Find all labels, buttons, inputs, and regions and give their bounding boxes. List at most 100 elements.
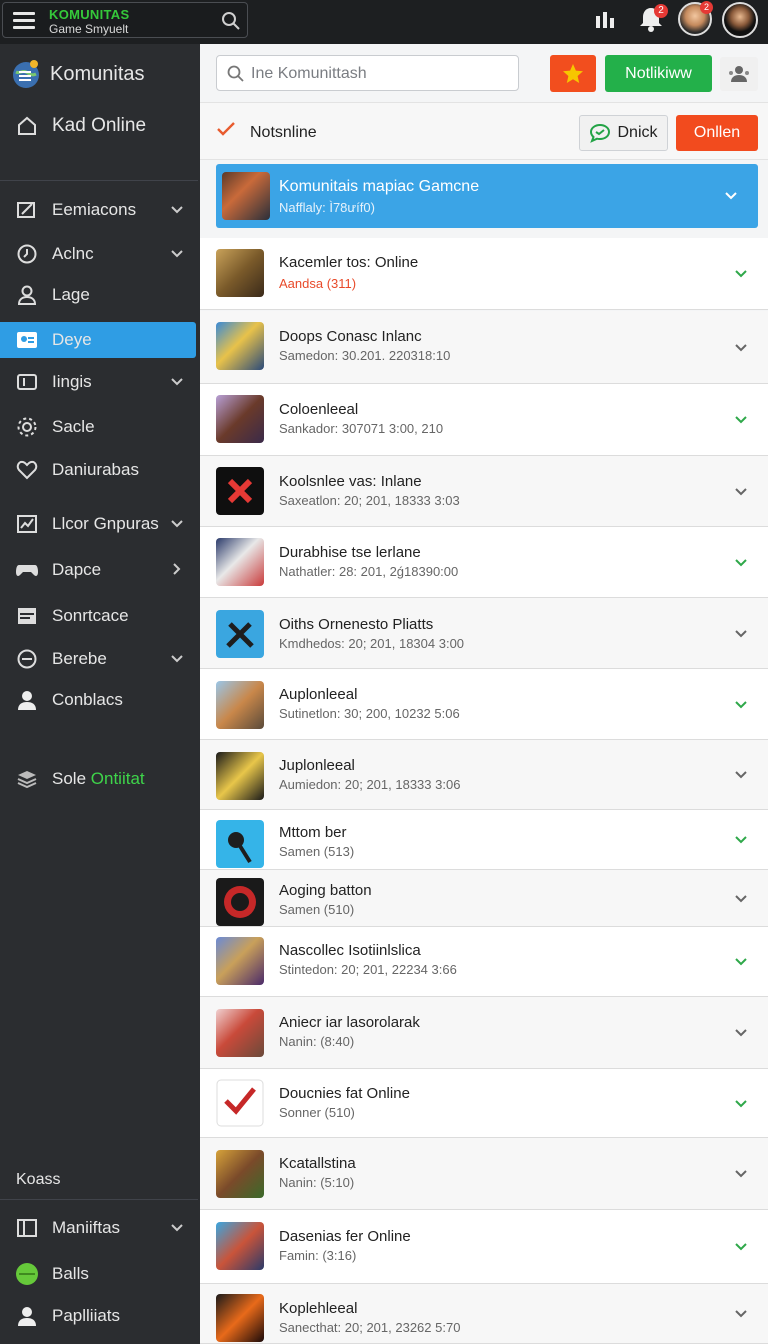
profile-avatar-1[interactable]: 2	[678, 1, 714, 38]
sole-label: Sole	[52, 769, 87, 788]
list-item[interactable]: Durabhise tse lerlane Nathatler: 28: 201,…	[200, 527, 768, 598]
sidebar-item-sacle[interactable]: Sacle	[0, 409, 198, 445]
game-thumbnail	[216, 1294, 264, 1342]
list-item[interactable]: Doucnies fat Online Sonner (510)	[200, 1069, 768, 1138]
chevron-down-icon[interactable]	[170, 374, 184, 390]
sidebar-item-berebe[interactable]: Berebe	[0, 641, 198, 677]
sidebar-item-paplliiats[interactable]: Paplliiats	[0, 1298, 198, 1334]
list-item[interactable]: Doops Conasc Inlanc Samedon: 30.201. 2203…	[200, 311, 768, 384]
notification-bell[interactable]: 2	[636, 4, 670, 38]
search-input[interactable]	[251, 62, 506, 86]
sidebar-item-eemiacons[interactable]: Eemiacons	[0, 192, 198, 228]
chevron-down-icon[interactable]	[734, 1028, 748, 1038]
sidebar-item-maniiftas[interactable]: Maniiftas	[0, 1210, 198, 1246]
sidebar-header-label: Komunitas	[50, 62, 145, 85]
list-item-subtitle: Saxeatlon: 20; 201, 18333 3:03	[279, 493, 460, 508]
game-thumbnail	[216, 681, 264, 729]
profile-avatar-2[interactable]	[722, 2, 758, 38]
chevron-down-icon[interactable]	[734, 1309, 748, 1319]
chevron-down-icon[interactable]	[724, 191, 738, 201]
sidebar-item-balls[interactable]: Balls	[0, 1256, 198, 1292]
chevron-down-icon[interactable]	[734, 835, 748, 845]
sidebar-item-label: Conblacs	[52, 690, 123, 709]
brand-subtitle: Game Smyuelt	[49, 22, 129, 36]
chevron-down-icon[interactable]	[734, 487, 748, 497]
person-icon	[14, 1305, 40, 1327]
notify-button[interactable]: Notlikiww	[605, 55, 712, 92]
chevron-down-icon[interactable]	[170, 516, 184, 532]
game-thumbnail	[216, 249, 264, 297]
sidebar-divider	[0, 1199, 198, 1200]
bar-chart-icon[interactable]	[594, 10, 616, 30]
list-item[interactable]: Oiths Ornenesto Pliatts Kmdhedos: 20; 201…	[200, 598, 768, 669]
sidebar-item-label: Iingis	[52, 372, 92, 391]
sidebar-item-kad-online[interactable]: Kad Online	[0, 108, 198, 144]
list-item[interactable]: Dasenias fer Online Famin: (3:16)	[200, 1210, 768, 1284]
sidebar-item-deye[interactable]: Deye	[0, 322, 196, 358]
people-button[interactable]	[720, 57, 758, 91]
game-thumbnail	[216, 752, 264, 800]
favorite-button[interactable]	[550, 55, 596, 92]
list-item[interactable]: Koplehleeal Sanecthat: 20; 201, 23262 5:7…	[200, 1284, 768, 1344]
list-item-title: Dasenias fer Online	[279, 1228, 411, 1245]
chart-icon	[14, 513, 40, 535]
chevron-down-icon[interactable]	[734, 343, 748, 353]
chevron-down-icon[interactable]	[734, 1169, 748, 1179]
chevron-down-icon[interactable]	[734, 1242, 748, 1252]
chevron-down-icon[interactable]	[170, 246, 184, 262]
list-item[interactable]: Kcatallstina Nanin: (5:10)	[200, 1138, 768, 1210]
onllen-button[interactable]: Onllen	[676, 115, 758, 151]
list-item[interactable]: Kacemler tos: Online Aandsa (311)	[200, 238, 768, 310]
list-item-subtitle: Aandsa (311)	[279, 276, 357, 291]
list-item[interactable]: Coloenleeal Sankador: 307071 3:00, 210	[200, 384, 768, 456]
window-icon	[14, 605, 40, 627]
list-item[interactable]: Mttom ber Samen (513)	[200, 810, 768, 870]
list-item[interactable]: Auplonleeal Sutinetlon: 30; 200, 10232 5:…	[200, 669, 768, 740]
chevron-down-icon[interactable]	[170, 651, 184, 667]
sidebar-item-conblacs[interactable]: Conblacs	[0, 682, 198, 718]
subheader-title: Notsnline	[250, 124, 317, 141]
list-item[interactable]: Aoging batton Samen (510)	[200, 870, 768, 927]
list-item-subtitle: Aumiedon: 20; 201, 18333 3:06	[279, 777, 461, 792]
sidebar-section-label: Koass	[16, 1171, 61, 1188]
list-item[interactable]: Koolsnlee vas: Inlane Saxeatlon: 20; 201,…	[200, 456, 768, 527]
sidebar-header[interactable]: Komunitas	[0, 54, 198, 94]
brand-box[interactable]: KOMUNITAS Game Smyuelt	[2, 2, 248, 38]
grid-icon	[14, 1217, 40, 1239]
featured-list-item[interactable]: Komunitais mapiac Gamcne Nafflaly: Ì78ưíf…	[216, 164, 758, 228]
sidebar-item-sole[interactable]: Sole Ontiitat	[0, 761, 198, 797]
game-thumbnail	[216, 1222, 264, 1270]
chevron-down-icon[interactable]	[734, 957, 748, 967]
hamburger-menu-icon[interactable]	[13, 12, 35, 30]
dnick-button[interactable]: Dnick	[579, 115, 668, 151]
list-item[interactable]: Juplonleeal Aumiedon: 20; 201, 18333 3:06	[200, 740, 768, 810]
edit-icon	[14, 199, 40, 221]
sidebar-item-label: Eemiacons	[52, 200, 137, 219]
chevron-down-icon[interactable]	[170, 1220, 184, 1236]
list-item-subtitle: Sanecthat: 20; 201, 23262 5:70	[279, 1320, 461, 1335]
chevron-down-icon[interactable]	[734, 415, 748, 425]
sidebar-item-iingis[interactable]: Iingis	[0, 364, 198, 400]
chevron-down-icon[interactable]	[734, 770, 748, 780]
sidebar-item-lage[interactable]: Lage	[0, 277, 198, 313]
list-item[interactable]: Nascollec Isotiinlslica Stintedon: 20; 20…	[200, 927, 768, 997]
chevron-down-icon[interactable]	[170, 202, 184, 218]
list-item[interactable]: Aniecr iar lasorolarak Nanin: (8:40)	[200, 997, 768, 1069]
sidebar-divider	[0, 180, 198, 181]
chevron-down-icon[interactable]	[734, 700, 748, 710]
search-icon[interactable]	[221, 11, 241, 31]
list-item-title: Koplehleeal	[279, 1300, 358, 1317]
chevron-right-icon[interactable]	[170, 562, 184, 579]
sidebar-item-dapce[interactable]: Dapce	[0, 552, 198, 588]
search-box[interactable]	[216, 55, 519, 91]
sidebar-item-daniurabas[interactable]: Daniurabas	[0, 452, 198, 488]
chevron-down-icon[interactable]	[734, 629, 748, 639]
chevron-down-icon[interactable]	[734, 269, 748, 279]
chevron-down-icon[interactable]	[734, 558, 748, 568]
chevron-down-icon[interactable]	[734, 894, 748, 904]
sidebar-item-label: Daniurabas	[52, 460, 139, 479]
sidebar-item-sonrtcace[interactable]: Sonrtcace	[0, 598, 198, 634]
chevron-down-icon[interactable]	[734, 1099, 748, 1109]
sidebar-item-aclnc[interactable]: Aclnc	[0, 236, 198, 272]
sidebar-item-llcor-gnpuras[interactable]: Llcor Gnpuras	[0, 506, 198, 542]
